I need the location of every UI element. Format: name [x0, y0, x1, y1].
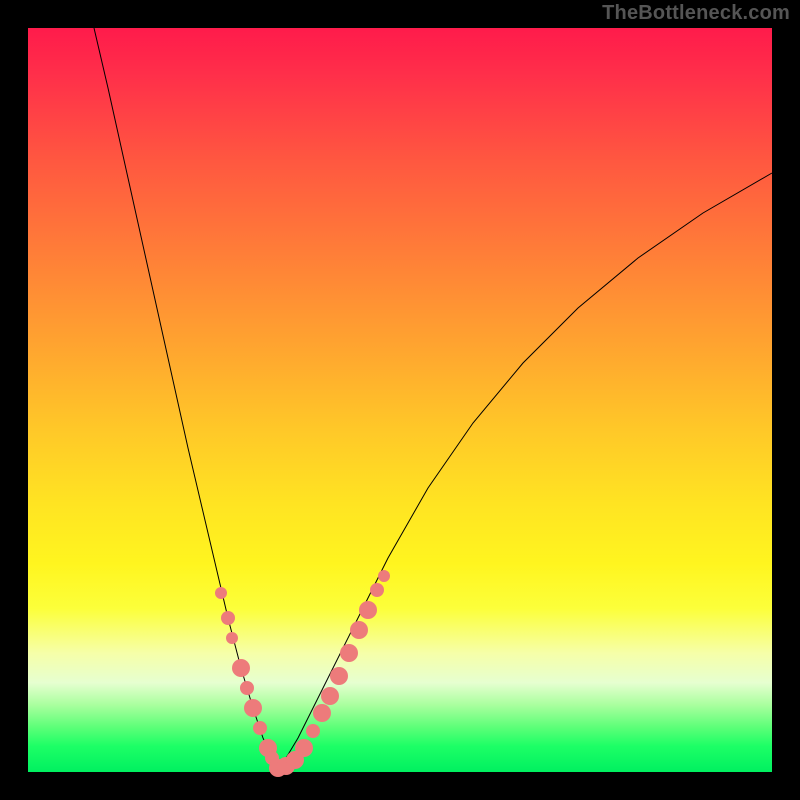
plot-area: [28, 28, 772, 772]
dots-group: [215, 570, 390, 777]
sample-dot: [244, 699, 262, 717]
sample-dot: [370, 583, 384, 597]
sample-dot: [313, 704, 331, 722]
chart-frame: TheBottleneck.com: [0, 0, 800, 800]
sample-dot: [215, 587, 227, 599]
sample-dot: [226, 632, 238, 644]
sample-dot: [221, 611, 235, 625]
sample-dot: [240, 681, 254, 695]
sample-dot: [232, 659, 250, 677]
sample-dot: [306, 724, 320, 738]
sample-dot: [321, 687, 339, 705]
sample-dot: [253, 721, 267, 735]
sample-dot: [359, 601, 377, 619]
sample-dot: [330, 667, 348, 685]
sample-dot: [350, 621, 368, 639]
curve-svg: [28, 28, 772, 772]
bottleneck-curve: [94, 28, 772, 768]
sample-dot: [378, 570, 390, 582]
sample-dot: [295, 739, 313, 757]
sample-dot: [340, 644, 358, 662]
watermark-text: TheBottleneck.com: [602, 2, 790, 25]
